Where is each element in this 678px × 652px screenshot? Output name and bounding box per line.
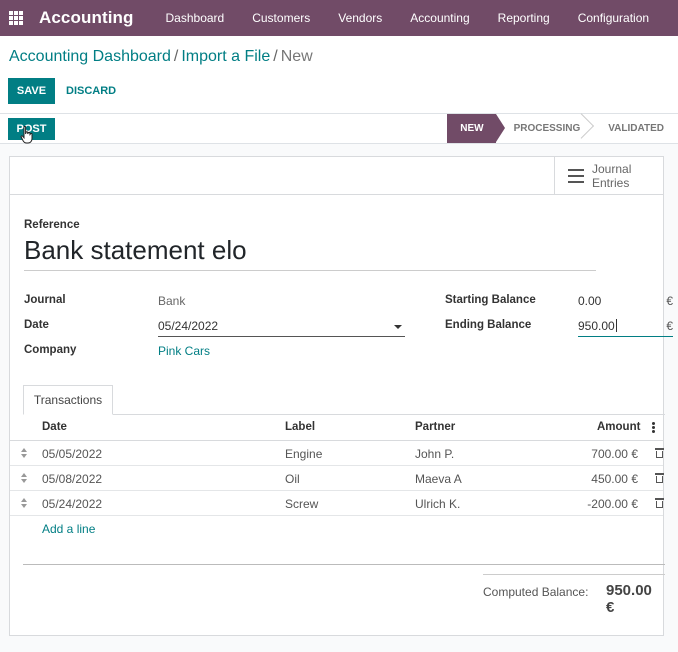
starting-balance-field[interactable]: 0.00 €: [578, 294, 673, 312]
row-label: Oil: [285, 472, 300, 486]
date-value: 05/24/2022: [158, 319, 219, 333]
nav-customers[interactable]: Customers: [238, 0, 324, 36]
journal-entries-button[interactable]: Journal Entries: [554, 157, 664, 195]
hand-pointer-icon: [20, 126, 33, 144]
top-navbar: Accounting Dashboard Customers Vendors A…: [0, 0, 678, 36]
nav-configuration[interactable]: Configuration: [564, 0, 663, 36]
journal-value[interactable]: Bank: [158, 294, 185, 308]
table-row[interactable]: 05/05/2022 Engine John P. 700.00 €: [10, 441, 664, 466]
table-row[interactable]: 05/24/2022 Screw Ulrich K. -200.00 €: [10, 491, 664, 516]
app-brand[interactable]: Accounting: [39, 8, 134, 28]
row-date: 05/08/2022: [42, 472, 103, 486]
breadcrumb: Accounting Dashboard / Import a File / New: [9, 48, 313, 66]
computed-balance-label: Computed Balance:: [483, 585, 589, 599]
add-line-link[interactable]: Add a line: [42, 522, 95, 536]
starting-balance-value: 0.00: [578, 294, 602, 308]
tab-transactions[interactable]: Transactions: [23, 385, 113, 415]
breadcrumb-current: New: [280, 48, 313, 65]
company-label: Company: [24, 344, 77, 356]
list-icon: [568, 169, 584, 183]
row-label: Screw: [285, 497, 319, 511]
table-header: Date Label Partner Amount: [10, 415, 663, 441]
smart-button-box: Journal Entries: [10, 157, 663, 195]
drag-handle-icon[interactable]: [21, 448, 29, 459]
row-partner: Ulrich K.: [415, 497, 461, 511]
row-label: Engine: [285, 447, 323, 461]
optional-columns-icon[interactable]: [652, 422, 655, 433]
nav-accounting[interactable]: Accounting: [396, 0, 483, 36]
column-date[interactable]: Date: [42, 421, 67, 433]
balance-divider: [483, 574, 665, 575]
nav-dashboard[interactable]: Dashboard: [152, 0, 239, 36]
stage-new[interactable]: NEW: [447, 114, 505, 143]
column-amount[interactable]: Amount: [597, 421, 640, 433]
row-amount: 450.00 €: [591, 472, 638, 486]
date-field[interactable]: 05/24/2022: [158, 319, 405, 337]
reference-input[interactable]: Bank statement elo: [24, 235, 596, 271]
trash-icon[interactable]: [655, 447, 664, 458]
trash-icon[interactable]: [655, 472, 664, 483]
company-link[interactable]: Pink Cars: [158, 344, 210, 358]
table-divider: [23, 564, 665, 565]
stage-processing[interactable]: PROCESSING: [496, 114, 591, 143]
reference-label: Reference: [24, 219, 80, 231]
status-bar: POST NEW PROCESSING VALIDATED: [0, 114, 678, 144]
computed-balance-value: 950.00 €: [606, 582, 652, 616]
row-partner: Maeva A: [415, 472, 462, 486]
text-caret: [615, 319, 617, 332]
row-amount: 700.00 €: [591, 447, 638, 461]
caret-down-icon: [394, 325, 402, 329]
row-partner: John P.: [415, 447, 455, 461]
journal-label: Journal: [24, 294, 66, 306]
stage-pipeline: NEW PROCESSING VALIDATED: [447, 114, 678, 143]
row-date: 05/24/2022: [42, 497, 103, 511]
save-button[interactable]: SAVE: [8, 78, 55, 104]
ending-balance-value: 950.00: [578, 319, 615, 333]
currency-symbol: €: [666, 319, 673, 333]
starting-balance-label: Starting Balance: [445, 294, 536, 306]
nav-reporting[interactable]: Reporting: [484, 0, 564, 36]
stage-validated[interactable]: VALIDATED: [590, 114, 678, 143]
breadcrumb-separator: /: [273, 48, 278, 65]
table-row[interactable]: 05/08/2022 Oil Maeva A 450.00 €: [10, 466, 664, 491]
notebook-tabs: Transactions: [23, 385, 665, 415]
ending-balance-label: Ending Balance: [445, 319, 532, 331]
form-sheet: Journal Entries Reference Bank statement…: [9, 156, 673, 636]
journal-entries-label: Journal Entries: [592, 162, 632, 190]
breadcrumb-separator: /: [173, 48, 179, 65]
column-partner[interactable]: Partner: [415, 421, 455, 433]
discard-button[interactable]: DISCARD: [62, 78, 120, 104]
breadcrumb-accounting-dashboard[interactable]: Accounting Dashboard: [9, 48, 171, 65]
drag-handle-icon[interactable]: [21, 498, 29, 509]
nav-vendors[interactable]: Vendors: [324, 0, 396, 36]
row-amount: -200.00 €: [587, 497, 638, 511]
row-date: 05/05/2022: [42, 447, 103, 461]
date-label: Date: [24, 319, 49, 331]
trash-icon[interactable]: [655, 497, 664, 508]
ending-balance-field[interactable]: 950.00 €: [578, 319, 673, 337]
breadcrumb-import-file[interactable]: Import a File: [181, 48, 270, 65]
drag-handle-icon[interactable]: [21, 473, 29, 484]
apps-grid-icon[interactable]: [9, 11, 23, 25]
control-panel: Accounting Dashboard / Import a File / New S…: [0, 36, 678, 114]
column-label[interactable]: Label: [285, 421, 315, 433]
currency-symbol: €: [666, 294, 673, 308]
